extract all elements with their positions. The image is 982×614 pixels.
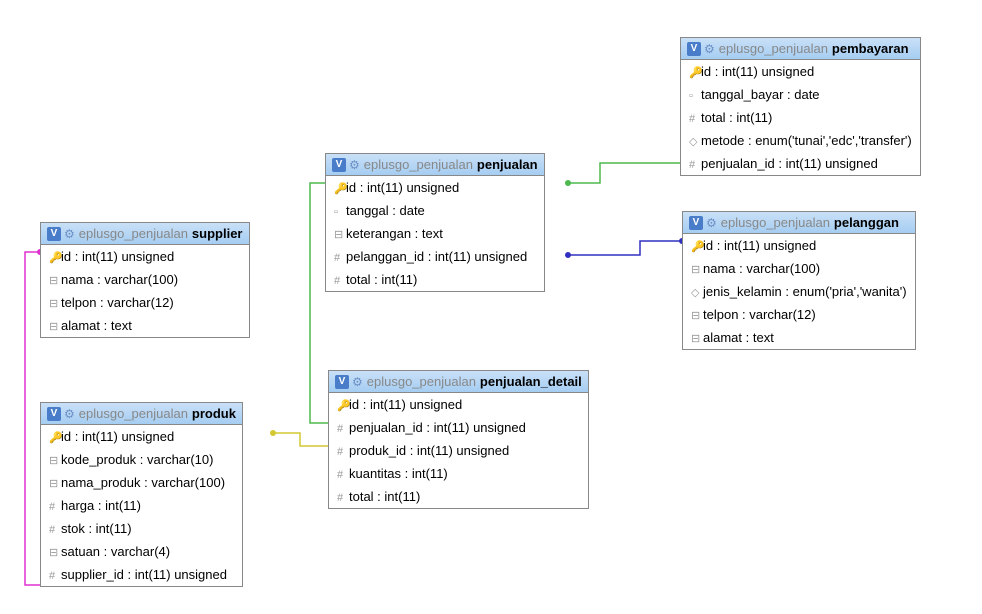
table-produk[interactable]: V ⚙ eplusgo_penjualan produk 🔑id : int(1… [40,402,243,587]
column-row: ⊟alamat : text [683,326,915,349]
table-name: pembayaran [832,41,909,56]
column-row: ⊟nama : varchar(100) [41,268,249,291]
column-row: #pelanggan_id : int(11) unsigned [326,245,544,268]
column-row: #total : int(11) [329,485,588,508]
table-header[interactable]: V ⚙ eplusgo_penjualan pelanggan [683,212,915,234]
table-name: produk [192,406,236,421]
table-header[interactable]: V ⚙ eplusgo_penjualan pembayaran [681,38,920,60]
gear-icon[interactable]: ⚙ [64,227,75,241]
table-header[interactable]: V ⚙ eplusgo_penjualan supplier [41,223,249,245]
column-row: #penjualan_id : int(11) unsigned [329,416,588,439]
schema-label: eplusgo_penjualan [79,226,188,241]
view-icon: V [335,375,349,389]
gear-icon[interactable]: ⚙ [704,42,715,56]
view-icon: V [47,227,61,241]
gear-icon[interactable]: ⚙ [64,407,75,421]
table-name: pelanggan [834,215,899,230]
table-header[interactable]: V ⚙ eplusgo_penjualan produk [41,403,242,425]
table-name: penjualan_detail [480,374,582,389]
table-pembayaran[interactable]: V ⚙ eplusgo_penjualan pembayaran 🔑id : i… [680,37,921,176]
column-row: #harga : int(11) [41,494,242,517]
column-row: ▫tanggal_bayar : date [681,83,920,106]
view-icon: V [332,158,346,172]
column-row: ⊟nama : varchar(100) [683,257,915,280]
column-row: #supplier_id : int(11) unsigned [41,563,242,586]
column-row: 🔑id : int(11) unsigned [681,60,920,83]
table-penjualan[interactable]: V ⚙ eplusgo_penjualan penjualan 🔑id : in… [325,153,545,292]
table-pelanggan[interactable]: V ⚙ eplusgo_penjualan pelanggan 🔑id : in… [682,211,916,350]
key-icon: 🔑 [337,399,349,412]
table-penjualan-detail[interactable]: V ⚙ eplusgo_penjualan penjualan_detail 🔑… [328,370,589,509]
column-row: 🔑id : int(11) unsigned [683,234,915,257]
gear-icon[interactable]: ⚙ [349,158,360,172]
column-row: ⊟telpon : varchar(12) [41,291,249,314]
view-icon: V [687,42,701,56]
key-icon: 🔑 [49,251,61,264]
column-row: ⊟telpon : varchar(12) [683,303,915,326]
table-header[interactable]: V ⚙ eplusgo_penjualan penjualan [326,154,544,176]
column-row: 🔑id : int(11) unsigned [41,245,249,268]
key-icon: 🔑 [689,66,701,79]
table-name: supplier [192,226,243,241]
column-row: ⊟keterangan : text [326,222,544,245]
column-row: ⊟kode_produk : varchar(10) [41,448,242,471]
column-row: ⊟nama_produk : varchar(100) [41,471,242,494]
gear-icon[interactable]: ⚙ [352,375,363,389]
key-icon: 🔑 [334,182,346,195]
column-row: 🔑id : int(11) unsigned [326,176,544,199]
table-supplier[interactable]: V ⚙ eplusgo_penjualan supplier 🔑id : int… [40,222,250,338]
column-row: ◇jenis_kelamin : enum('pria','wanita') [683,280,915,303]
column-row: ⊟alamat : text [41,314,249,337]
column-row: #produk_id : int(11) unsigned [329,439,588,462]
view-icon: V [47,407,61,421]
column-row: #kuantitas : int(11) [329,462,588,485]
column-row: ⊟satuan : varchar(4) [41,540,242,563]
key-icon: 🔑 [691,240,703,253]
column-row: ◇metode : enum('tunai','edc','transfer') [681,129,920,152]
column-row: 🔑id : int(11) unsigned [41,425,242,448]
view-icon: V [689,216,703,230]
column-row: 🔑id : int(11) unsigned [329,393,588,416]
column-row: #penjualan_id : int(11) unsigned [681,152,920,175]
column-row: ▫tanggal : date [326,199,544,222]
table-name: penjualan [477,157,538,172]
table-header[interactable]: V ⚙ eplusgo_penjualan penjualan_detail [329,371,588,393]
column-row: #total : int(11) [681,106,920,129]
gear-icon[interactable]: ⚙ [706,216,717,230]
key-icon: 🔑 [49,431,61,444]
column-row: #total : int(11) [326,268,544,291]
column-row: #stok : int(11) [41,517,242,540]
